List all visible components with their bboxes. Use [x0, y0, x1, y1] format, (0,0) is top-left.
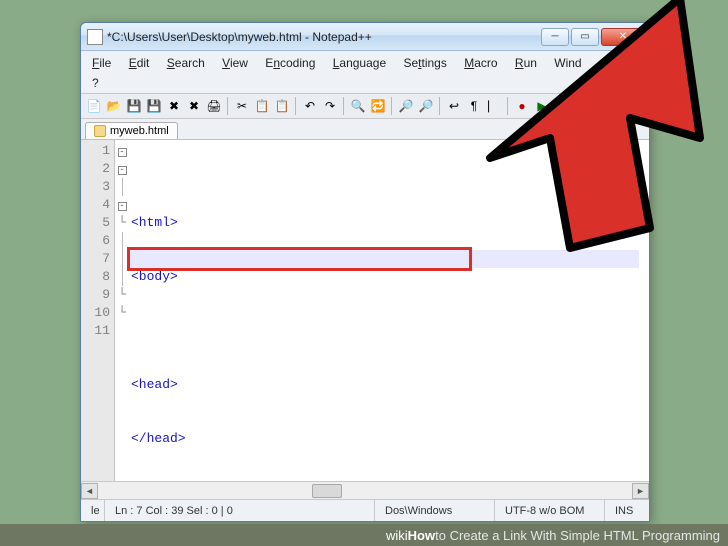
copy-icon[interactable]: 📋	[253, 97, 271, 115]
close-button[interactable]: ✕	[601, 28, 645, 46]
current-line-highlight	[129, 250, 639, 268]
undo-icon[interactable]: ↶	[301, 97, 319, 115]
app-icon	[87, 29, 103, 45]
file-icon	[94, 125, 106, 137]
menu-run[interactable]: Run	[508, 53, 544, 73]
caption-text: to Create a Link With Simple HTML Progra…	[435, 528, 720, 543]
find-icon[interactable]: 🔍	[349, 97, 367, 115]
titlebar[interactable]: *C:\Users\User\Desktop\myweb.html - Note…	[81, 23, 649, 51]
show-all-chars-icon[interactable]: ¶	[465, 97, 483, 115]
editor[interactable]: 123 456 789 1011 - - - └ └ └ <html> <bod…	[81, 140, 649, 481]
caption-brand: wikiHow	[386, 528, 435, 543]
replace-icon[interactable]: 🔁	[369, 97, 387, 115]
status-encoding: UTF-8 w/o BOM	[495, 500, 605, 521]
menu-encoding[interactable]: Encoding	[258, 53, 322, 73]
toolbar: 📄 📂 💾 💾 ✖ ✖ 🖨 ✂ 📋 📋 ↶ ↷ 🔍 🔁 🔎 🔎 ↩ ¶ ⎸ ● …	[81, 94, 649, 119]
close-file-icon[interactable]: ✖	[165, 97, 183, 115]
maximize-button[interactable]: ▭	[571, 28, 599, 46]
toolbar-separator	[391, 97, 393, 115]
paste-icon[interactable]: 📋	[273, 97, 291, 115]
menu-settings[interactable]: Settings	[396, 53, 453, 73]
menu-search[interactable]: Search	[160, 53, 212, 73]
window-title: *C:\Users\User\Desktop\myweb.html - Note…	[107, 30, 541, 44]
scroll-right-arrow[interactable]: ►	[632, 483, 649, 499]
toolbar-separator	[343, 97, 345, 115]
line-number-gutter: 123 456 789 1011	[81, 140, 115, 481]
zoom-in-icon[interactable]: 🔎	[397, 97, 415, 115]
status-eol: Dos\Windows	[375, 500, 495, 521]
menu-language[interactable]: Language	[326, 53, 393, 73]
statusbar: le Ln : 7 Col : 39 Sel : 0 | 0 Dos\Windo…	[81, 499, 649, 521]
save-all-icon[interactable]: 💾	[145, 97, 163, 115]
tab-label: myweb.html	[110, 125, 169, 137]
window-controls: ─ ▭ ✕	[541, 28, 645, 46]
print-icon[interactable]: 🖨	[205, 97, 223, 115]
status-position: Ln : 7 Col : 39 Sel : 0 | 0	[105, 500, 375, 521]
close-all-icon[interactable]: ✖	[185, 97, 203, 115]
menubar: File Edit Search View Encoding Language …	[81, 51, 649, 94]
menu-view[interactable]: View	[215, 53, 255, 73]
record-macro-icon[interactable]: ●	[513, 97, 531, 115]
new-file-icon[interactable]: 📄	[85, 97, 103, 115]
menu-file[interactable]: File	[85, 53, 118, 73]
open-file-icon[interactable]: 📂	[105, 97, 123, 115]
toolbar-separator	[295, 97, 297, 115]
menu-help[interactable]: ?	[85, 73, 106, 93]
scroll-left-arrow[interactable]: ◄	[81, 483, 98, 499]
cut-icon[interactable]: ✂	[233, 97, 251, 115]
toolbar-separator	[439, 97, 441, 115]
status-length: le	[81, 500, 105, 521]
redo-icon[interactable]: ↷	[321, 97, 339, 115]
play-macro-icon[interactable]: ▶	[533, 97, 551, 115]
toolbar-separator	[227, 97, 229, 115]
menu-window[interactable]: Wind	[547, 53, 588, 73]
status-insert-mode: INS	[605, 500, 649, 521]
tab-myweb[interactable]: myweb.html	[85, 122, 178, 139]
notepadpp-window: *C:\Users\User\Desktop\myweb.html - Note…	[80, 22, 650, 522]
code-area[interactable]: <html> <body> <head> </head> <a href="..…	[129, 140, 649, 481]
scroll-thumb[interactable]	[312, 484, 342, 498]
horizontal-scrollbar[interactable]: ◄ ►	[81, 481, 649, 499]
caption-bar: wikiHow to Create a Link With Simple HTM…	[0, 524, 728, 546]
save-icon[interactable]: 💾	[125, 97, 143, 115]
wordwrap-icon[interactable]: ↩	[445, 97, 463, 115]
menu-edit[interactable]: Edit	[122, 53, 157, 73]
fold-gutter: - - - └ └ └	[115, 140, 129, 481]
minimize-button[interactable]: ─	[541, 28, 569, 46]
toolbar-separator	[507, 97, 509, 115]
zoom-out-icon[interactable]: 🔎	[417, 97, 435, 115]
tabbar: myweb.html	[81, 119, 649, 140]
menu-macro[interactable]: Macro	[457, 53, 504, 73]
indent-guide-icon[interactable]: ⎸	[485, 97, 503, 115]
scroll-track[interactable]	[98, 483, 632, 499]
